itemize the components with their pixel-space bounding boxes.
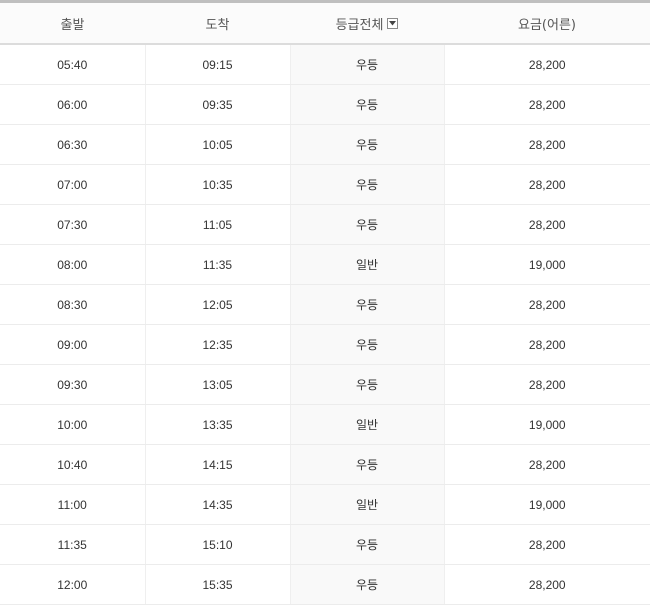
adult-fare: 19,000 xyxy=(444,404,650,445)
adult-fare: 28,200 xyxy=(444,84,650,125)
table-row[interactable]: 11:00 14:35 일반 19,000 xyxy=(0,484,650,525)
adult-fare: 28,200 xyxy=(444,444,650,485)
grade-filter-label: 등급전체 xyxy=(335,17,384,33)
arrival-time: 14:15 xyxy=(145,444,290,485)
adult-fare: 28,200 xyxy=(444,524,650,565)
table-row[interactable]: 05:40 09:15 우등 28,200 xyxy=(0,44,650,85)
adult-fare: 28,200 xyxy=(444,324,650,365)
departure-time: 08:30 xyxy=(0,284,146,325)
arrival-time: 10:05 xyxy=(145,124,290,165)
departure-time: 09:00 xyxy=(0,324,146,365)
adult-fare: 28,200 xyxy=(444,164,650,205)
grade-filter: 등급전체 xyxy=(336,14,399,33)
table-row[interactable]: 07:00 10:35 우등 28,200 xyxy=(0,164,650,205)
adult-fare: 28,200 xyxy=(444,284,650,325)
chevron-down-icon xyxy=(389,20,397,25)
arrival-time: 13:35 xyxy=(145,404,290,445)
adult-fare: 28,200 xyxy=(444,564,650,605)
arrival-time: 15:35 xyxy=(145,564,290,605)
departure-time: 06:00 xyxy=(0,84,146,125)
header-row: 출발 도착 등급전체 요금(어른) xyxy=(0,3,650,45)
table-row[interactable]: 09:30 13:05 우등 28,200 xyxy=(0,364,650,405)
bus-grade: 일반 xyxy=(289,484,445,525)
arrival-time: 11:05 xyxy=(145,204,290,245)
table-row[interactable]: 09:00 12:35 우등 28,200 xyxy=(0,324,650,365)
departure-time: 10:00 xyxy=(0,404,146,445)
timetable-header: 출발 도착 등급전체 요금(어른) xyxy=(0,3,650,45)
bus-grade: 우등 xyxy=(289,524,445,565)
departure-time: 11:35 xyxy=(0,524,146,565)
arrival-time: 11:35 xyxy=(145,244,290,285)
departure-time: 11:00 xyxy=(0,484,146,525)
arrival-time: 12:35 xyxy=(145,324,290,365)
adult-fare: 28,200 xyxy=(444,124,650,165)
adult-fare: 28,200 xyxy=(444,364,650,405)
departure-time: 12:00 xyxy=(0,564,146,605)
bus-grade: 우등 xyxy=(289,84,445,125)
departure-time: 09:30 xyxy=(0,364,146,405)
arrival-time: 09:15 xyxy=(145,44,290,85)
arrival-time: 15:10 xyxy=(145,524,290,565)
departure-time: 05:40 xyxy=(0,44,146,85)
bus-grade: 우등 xyxy=(289,44,445,85)
timetable-body: 05:40 09:15 우등 28,200 06:00 09:35 우등 28,200 06:3… xyxy=(0,44,650,605)
bus-timetable: 출발 도착 등급전체 요금(어른) 05:40 09:15 우등 28,200 06:0… xyxy=(0,3,650,605)
table-row[interactable]: 10:00 13:35 일반 19,000 xyxy=(0,404,650,445)
grade-filter-dropdown-button[interactable] xyxy=(387,17,399,29)
table-row[interactable]: 07:30 11:05 우등 28,200 xyxy=(0,204,650,245)
arrival-time: 10:35 xyxy=(145,164,290,205)
bus-grade: 우등 xyxy=(289,444,445,485)
departure-time: 07:30 xyxy=(0,204,146,245)
arrival-time: 14:35 xyxy=(145,484,290,525)
departure-time: 08:00 xyxy=(0,244,146,285)
table-row[interactable]: 06:00 09:35 우등 28,200 xyxy=(0,84,650,125)
departure-time: 06:30 xyxy=(0,124,146,165)
bus-grade: 우등 xyxy=(289,164,445,205)
adult-fare: 28,200 xyxy=(444,44,650,85)
table-row[interactable]: 12:00 15:35 우등 28,200 xyxy=(0,564,650,605)
adult-fare: 28,200 xyxy=(444,204,650,245)
bus-grade: 우등 xyxy=(289,124,445,165)
bus-grade: 우등 xyxy=(289,564,445,605)
bus-grade: 우등 xyxy=(289,204,445,245)
table-row[interactable]: 10:40 14:15 우등 28,200 xyxy=(0,444,650,485)
column-header-arrival: 도착 xyxy=(145,3,290,45)
table-row[interactable]: 08:00 11:35 일반 19,000 xyxy=(0,244,650,285)
bus-grade: 일반 xyxy=(289,404,445,445)
bus-grade: 일반 xyxy=(289,244,445,285)
column-header-departure: 출발 xyxy=(0,3,145,45)
table-row[interactable]: 06:30 10:05 우등 28,200 xyxy=(0,124,650,165)
bus-grade: 우등 xyxy=(289,364,445,405)
column-header-fare: 요금(어른) xyxy=(444,3,650,45)
bus-grade: 우등 xyxy=(289,324,445,365)
arrival-time: 12:05 xyxy=(145,284,290,325)
table-row[interactable]: 08:30 12:05 우등 28,200 xyxy=(0,284,650,325)
table-row[interactable]: 11:35 15:10 우등 28,200 xyxy=(0,524,650,565)
adult-fare: 19,000 xyxy=(444,484,650,525)
adult-fare: 19,000 xyxy=(444,244,650,285)
bus-grade: 우등 xyxy=(289,284,445,325)
arrival-time: 13:05 xyxy=(145,364,290,405)
departure-time: 10:40 xyxy=(0,444,146,485)
arrival-time: 09:35 xyxy=(145,84,290,125)
column-header-grade: 등급전체 xyxy=(290,3,444,45)
departure-time: 07:00 xyxy=(0,164,146,205)
